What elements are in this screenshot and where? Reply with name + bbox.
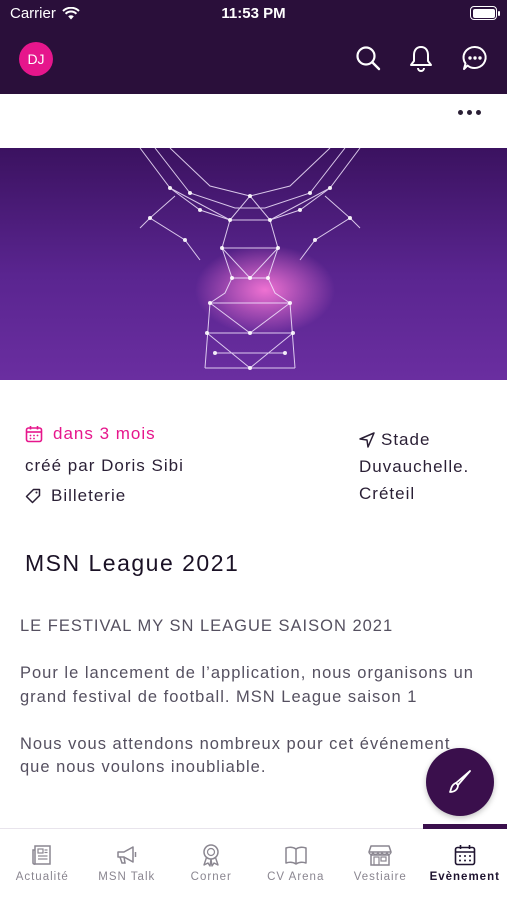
battery-icon [470,6,500,20]
ticket-label: Billeterie [51,486,127,505]
calendar-icon [25,426,43,443]
clock: 11:53 PM [221,5,286,22]
tab-label: Corner [190,871,232,883]
location-line1: Stade [381,430,431,449]
award-icon [203,844,219,867]
brush-icon [449,770,471,793]
tag-icon [25,488,41,504]
chat-bubble-icon [462,45,487,70]
bell-icon [410,46,432,72]
megaphone-icon [117,846,136,864]
newspaper-icon [32,845,51,865]
location-line3: Créteil [359,484,416,503]
more-icon-dot [467,110,472,115]
ticket-link[interactable]: Billeterie [25,486,126,506]
avatar[interactable]: DJ [19,42,53,76]
location-line2: Duvauchelle. [359,457,470,476]
edit-fab-button[interactable] [426,748,494,816]
app-header: Carrier 11:53 PM DJ [0,0,507,94]
store-icon [368,845,392,866]
bottom-tab-bar: Actualité MSN Talk Corner CV Arena Vesti… [0,824,507,900]
search-icon [356,46,381,71]
trophy-illustration [139,148,361,370]
event-toolbar [0,94,507,148]
notifications-button[interactable] [407,44,435,72]
more-icon-dot [458,110,463,115]
created-by-prefix: créé par [25,456,96,475]
tab-label: MSN Talk [98,871,156,883]
event-title: MSN League 2021 [25,550,240,576]
tab-msn-talk[interactable]: MSN Talk [85,829,170,900]
book-icon [285,846,307,865]
description-paragraph: Nous vous attendons nombreux pour cet év… [20,734,451,777]
creator-name[interactable]: Doris Sibi [101,456,184,475]
event-creator: créé par Doris Sibi [25,456,184,476]
messages-button[interactable] [461,44,489,72]
event-location[interactable]: Stade Duvauchelle. Créteil [359,426,499,507]
more-options-button[interactable] [458,110,481,115]
event-description: LE FESTIVAL MY SN LEAGUE SAISON 2021 Pou… [20,615,480,803]
event-date-label: dans 3 mois [53,424,156,443]
event-date: dans 3 mois [25,424,156,444]
event-banner-image [0,148,507,380]
tab-corner[interactable]: Corner [169,829,254,900]
search-button[interactable] [354,44,382,72]
tab-label: Actualité [15,871,69,883]
tab-evenement[interactable]: Evènement [422,824,507,900]
tab-actualite[interactable]: Actualité [0,829,85,900]
status-bar: Carrier 11:53 PM [0,0,507,30]
tab-vestiaire[interactable]: Vestiaire [338,829,423,900]
description-paragraph: LE FESTIVAL MY SN LEAGUE SAISON 2021 [20,617,394,635]
tab-cv-arena[interactable]: CV Arena [254,829,339,900]
tab-label: Evènement [429,871,500,883]
tab-label: Vestiaire [353,871,407,883]
more-icon-dot [476,110,481,115]
navigation-arrow-icon [359,431,375,448]
calendar-icon [454,845,476,866]
description-paragraph: Pour le lancement de l’application, nous… [20,664,474,706]
tab-label: CV Arena [267,871,325,883]
